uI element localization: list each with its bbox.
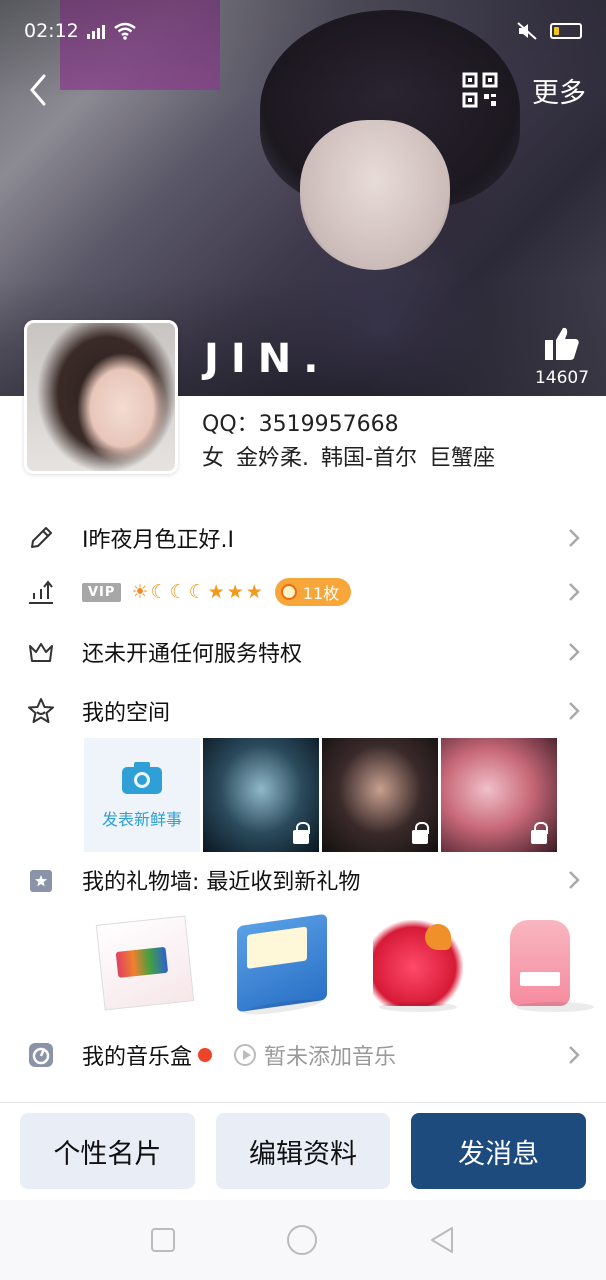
perfume-gift[interactable] xyxy=(509,920,594,1012)
lock-icon xyxy=(412,822,429,844)
star-icon: ★ xyxy=(245,581,263,603)
chevron-left-icon xyxy=(30,74,46,106)
lock-icon xyxy=(293,822,310,844)
gift-shadow xyxy=(515,1002,594,1012)
profile-location: 韩国-首尔 xyxy=(321,446,417,471)
star-icon: ★ xyxy=(226,581,244,603)
space-photo[interactable] xyxy=(441,738,557,852)
like-button[interactable]: 14607 xyxy=(532,326,592,388)
recent-apps-icon[interactable] xyxy=(150,1227,176,1253)
space-photo[interactable] xyxy=(322,738,438,852)
camera-icon xyxy=(122,762,162,794)
profile-zodiac: 巨蟹座 xyxy=(428,446,495,471)
chevron-right-icon xyxy=(569,871,580,889)
profile-card-button[interactable]: 个性名片 xyxy=(20,1113,195,1189)
coin-icon xyxy=(280,584,297,600)
coin-count: 11枚 xyxy=(302,584,340,603)
privilege-row[interactable]: 还未开通任何服务特权 xyxy=(0,623,606,681)
crown-icon xyxy=(26,637,56,667)
status-bar: 02:12 xyxy=(24,14,582,48)
profile-info: QQ：3519957668 女 金妗柔. 韩国-首尔 巨蟹座 xyxy=(202,408,495,476)
level-up-icon xyxy=(26,577,56,607)
moon-icon: ☾ xyxy=(188,581,206,603)
music-box-label: 我的音乐盒 xyxy=(82,1045,193,1070)
action-bar: 个性名片 编辑资料 发消息 xyxy=(20,1113,587,1189)
space-photo[interactable] xyxy=(203,738,319,852)
rooster-gift[interactable] xyxy=(373,920,464,1012)
moon-icon: ☾ xyxy=(150,581,168,603)
space-gallery: 发表新鲜事 xyxy=(84,738,557,852)
system-navigation-bar xyxy=(0,1200,606,1280)
vip-badge: VIP xyxy=(82,582,122,602)
birthday-card-gift[interactable] xyxy=(95,915,195,1011)
level-row[interactable]: VIP ☀ ☾ ☾ ☾ ★ ★ ★ 11枚 xyxy=(0,563,606,621)
wifi-icon xyxy=(113,22,136,40)
status-time: 02:12 xyxy=(24,20,79,42)
moon-icon: ☾ xyxy=(169,581,187,603)
gift-wall-row[interactable]: 我的礼物墙: 最近收到新礼物 xyxy=(0,851,606,909)
chevron-right-icon xyxy=(569,643,580,661)
my-space-row[interactable]: 我的空间 xyxy=(0,682,606,740)
music-box-row[interactable]: 我的音乐盒 暂未添加音乐 xyxy=(0,1026,606,1084)
sun-icon: ☀ xyxy=(131,581,149,603)
chevron-right-icon xyxy=(569,529,580,547)
music-box-icon xyxy=(26,1040,56,1070)
pencil-icon xyxy=(26,523,56,553)
chevron-right-icon xyxy=(569,583,580,601)
profile-name: 金妗柔. xyxy=(236,446,310,471)
level-content: VIP ☀ ☾ ☾ ☾ ★ ★ ★ 11枚 xyxy=(82,578,566,606)
new-indicator-dot xyxy=(198,1048,213,1062)
gift-shadow xyxy=(379,1002,458,1012)
chevron-right-icon xyxy=(569,702,580,720)
send-message-button[interactable]: 发消息 xyxy=(411,1113,587,1189)
gift-shadow xyxy=(242,996,321,1018)
thumbs-up-icon xyxy=(545,327,579,360)
music-empty-text: 暂未添加音乐 xyxy=(264,1045,397,1070)
chevron-right-icon xyxy=(569,1046,580,1064)
coin-badge[interactable]: 11枚 xyxy=(274,578,352,606)
edit-profile-button[interactable]: 编辑资料 xyxy=(215,1113,391,1189)
music-empty-status: 暂未添加音乐 xyxy=(234,1039,396,1071)
back-button[interactable] xyxy=(20,68,56,112)
gift-wall-label: 我的礼物墙: 最近收到新礼物 xyxy=(82,870,361,895)
more-button[interactable]: 更多 xyxy=(532,71,586,110)
my-space-label: 我的空间 xyxy=(82,701,171,726)
play-icon xyxy=(234,1044,257,1066)
profile-nickname: JIN. xyxy=(204,336,331,382)
qr-code-icon[interactable] xyxy=(462,72,498,108)
star-outline-icon xyxy=(26,696,56,726)
qq-number: QQ：3519957668 xyxy=(202,412,399,437)
signature-text: I昨夜月色正好.I xyxy=(82,528,234,553)
profile-avatar[interactable] xyxy=(24,320,178,474)
back-nav-icon[interactable] xyxy=(428,1225,456,1255)
post-new-tile[interactable]: 发表新鲜事 xyxy=(84,738,200,852)
mute-icon xyxy=(517,22,537,40)
birthday-box-gift[interactable] xyxy=(236,913,327,1018)
gift-list xyxy=(95,913,594,1018)
divider xyxy=(0,1102,606,1103)
privilege-text: 还未开通任何服务特权 xyxy=(82,642,303,667)
lock-icon xyxy=(531,822,548,844)
top-navigation: 更多 xyxy=(0,62,606,118)
cellular-signal-icon xyxy=(86,23,105,39)
post-new-label: 发表新鲜事 xyxy=(101,810,182,829)
signature-row[interactable]: I昨夜月色正好.I xyxy=(0,509,606,567)
like-count: 14607 xyxy=(534,368,590,388)
star-icon: ★ xyxy=(207,581,225,603)
level-icons: ☀ ☾ ☾ ☾ ★ ★ ★ xyxy=(131,581,262,603)
gift-icon xyxy=(26,865,56,895)
home-icon[interactable] xyxy=(286,1224,318,1256)
battery-icon xyxy=(550,23,582,39)
music-box-content: 我的音乐盒 暂未添加音乐 xyxy=(82,1039,566,1071)
profile-gender: 女 xyxy=(202,446,225,471)
